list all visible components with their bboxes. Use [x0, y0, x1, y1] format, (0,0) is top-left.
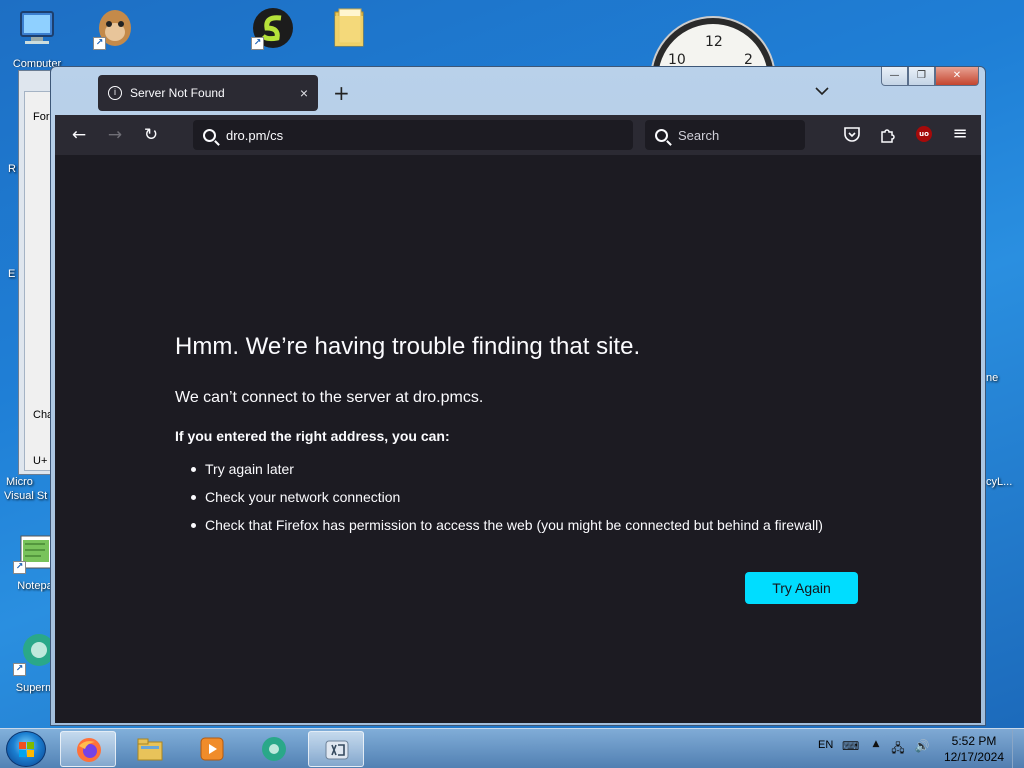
- network-icon[interactable]: 🖧: [890, 739, 906, 755]
- desktop-edge-label: E: [8, 268, 16, 280]
- forward-button[interactable]: →: [97, 125, 133, 145]
- desktop-edge-label: R: [8, 163, 16, 175]
- ublock-icon[interactable]: uo: [913, 123, 935, 145]
- monkey-icon: ↗: [93, 6, 137, 50]
- folder-icon: [327, 6, 371, 50]
- pocket-icon[interactable]: [841, 123, 863, 145]
- taskbar-media-player[interactable]: [184, 731, 240, 767]
- tab-server-not-found[interactable]: i Server Not Found ×: [98, 75, 318, 111]
- url-bar[interactable]: dro.pm/cs: [193, 120, 633, 150]
- desktop-edge-label: Visual St: [4, 490, 48, 502]
- show-hidden-icons-icon[interactable]: ▲: [868, 739, 884, 755]
- firefox-icon: [75, 737, 103, 763]
- unicode-app-icon: [323, 737, 351, 763]
- desktop-edge-label: Micro: [6, 476, 33, 488]
- keyboard-icon[interactable]: ⌨: [842, 739, 859, 755]
- folder-icon: [136, 736, 164, 762]
- tab-title: Server Not Found: [130, 86, 225, 100]
- shortcut-arrow-icon: ↗: [93, 37, 106, 50]
- error-subtitle: We can’t connect to the server at dro.pm…: [175, 389, 484, 406]
- windows-logo-icon: [19, 742, 35, 758]
- tab-strip: i Server Not Found × +: [55, 71, 981, 115]
- shortcut-arrow-icon: ↗: [13, 561, 26, 574]
- ublock-badge: uo: [916, 126, 932, 142]
- search-icon: [203, 128, 216, 142]
- selector-icon: ↗: [251, 6, 295, 50]
- error-title: Hmm. We’re having trouble finding that s…: [175, 333, 641, 360]
- background-window-text: For: [33, 111, 50, 123]
- url-text[interactable]: dro.pm/cs: [226, 128, 283, 143]
- tab-close-icon[interactable]: ×: [300, 85, 308, 101]
- computer-icon: [15, 6, 59, 50]
- start-button[interactable]: [6, 731, 46, 767]
- list-all-tabs-button[interactable]: [815, 85, 829, 99]
- try-again-button[interactable]: Try Again: [745, 572, 858, 604]
- list-item: Try again later: [191, 461, 823, 489]
- taskbar-unicode-app[interactable]: [308, 731, 364, 767]
- desktop-icon-generic[interactable]: ↗: [80, 6, 150, 50]
- supermium-icon: [260, 736, 288, 762]
- desktop-edge-label: cyL...: [986, 476, 1013, 488]
- firefox-window[interactable]: — ❐ ✕ i Server Not Found × + ← → ↻ dro.p…: [50, 66, 986, 726]
- error-suggestions: Try again later Check your network conne…: [191, 461, 823, 545]
- search-bar[interactable]: Search: [645, 120, 805, 150]
- reload-button[interactable]: ↻: [133, 125, 169, 145]
- chevron-down-icon: [815, 87, 829, 96]
- search-icon: [655, 128, 668, 142]
- taskbar-clock-date[interactable]: 12/17/2024: [940, 750, 1008, 764]
- shortcut-arrow-icon: ↗: [251, 37, 264, 50]
- volume-icon[interactable]: 🔊: [914, 739, 930, 755]
- extensions-icon[interactable]: [877, 123, 899, 145]
- taskbar-explorer[interactable]: [122, 731, 178, 767]
- menu-icon[interactable]: ≡: [949, 123, 971, 145]
- error-hint: If you entered the right address, you ca…: [175, 428, 450, 444]
- show-desktop-button[interactable]: [1012, 729, 1024, 768]
- desktop-edge-label: ne: [986, 372, 999, 384]
- search-placeholder[interactable]: Search: [678, 128, 719, 143]
- clock-number: 12: [705, 34, 723, 50]
- taskbar-supermium[interactable]: [246, 731, 302, 767]
- error-page: Hmm. We’re having trouble finding that s…: [55, 155, 981, 723]
- taskbar-firefox[interactable]: [60, 731, 116, 767]
- media-player-icon: [198, 736, 226, 762]
- taskbar: EN ⌨ ▲ 🖧 🔊 5:52 PM 12/17/2024: [0, 728, 1024, 768]
- language-indicator[interactable]: EN: [818, 739, 833, 751]
- back-button[interactable]: ←: [61, 125, 97, 145]
- desktop-icon-selectoriffic[interactable]: ↗: [238, 6, 308, 50]
- list-item: Check your network connection: [191, 489, 823, 517]
- desktop-icon-computer[interactable]: Computer: [2, 6, 72, 67]
- new-tab-button[interactable]: +: [333, 81, 350, 105]
- shortcut-arrow-icon: ↗: [13, 663, 26, 676]
- list-item: Check that Firefox has permission to acc…: [191, 517, 823, 545]
- info-icon: i: [108, 86, 122, 100]
- toolbar-icons: uo ≡: [841, 123, 971, 145]
- navigation-toolbar: ← → ↻ dro.pm/cs Search uo ≡: [55, 115, 981, 155]
- desktop-icon-apps-briefs[interactable]: [314, 6, 384, 50]
- taskbar-clock-time[interactable]: 5:52 PM: [944, 734, 1004, 748]
- background-window-text: U+: [33, 455, 48, 467]
